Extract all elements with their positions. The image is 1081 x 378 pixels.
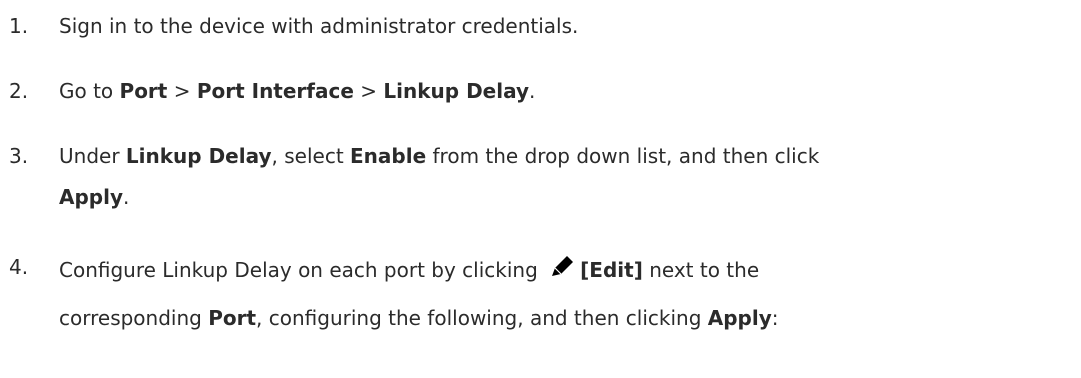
apply-label: Apply	[59, 185, 124, 209]
step-text: Under Linkup Delay, select Enable from t…	[59, 144, 820, 168]
step-text: Sign in to the device with administrator…	[59, 14, 579, 38]
step-text: Configure Linkup Delay on each port by c…	[59, 255, 759, 282]
menu-port: Port	[119, 79, 168, 103]
step-text-continued: Apply.	[59, 185, 130, 209]
step-number: 4.	[9, 255, 29, 279]
section-linkup-delay: Linkup Delay	[125, 144, 272, 168]
menu-port-interface: Port Interface	[196, 79, 354, 103]
step-text: Go to Port > Port Interface > Linkup Del…	[59, 79, 536, 103]
step-text-continued: corresponding Port, configuring the foll…	[59, 306, 779, 330]
step-number: 1.	[9, 14, 29, 38]
port-label: Port	[208, 306, 257, 330]
step-number: 2.	[9, 79, 29, 103]
pencil-edit-icon	[546, 255, 576, 279]
edit-label: [Edit]	[580, 258, 643, 282]
apply-label: Apply	[707, 306, 772, 330]
step-number: 3.	[9, 144, 29, 168]
option-enable: Enable	[350, 144, 427, 168]
menu-linkup-delay: Linkup Delay	[383, 79, 530, 103]
